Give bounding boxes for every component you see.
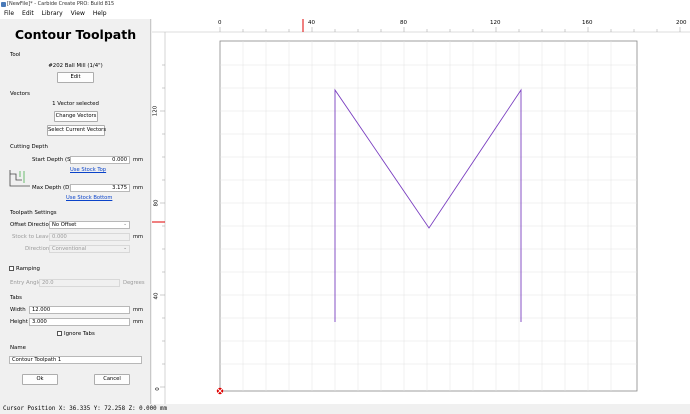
use-stock-bottom-link[interactable]: Use Stock Bottom [66, 195, 112, 201]
ruler-x-label: 80 [400, 20, 407, 26]
tool-name: #202 Ball Mill (1/4") [48, 63, 103, 69]
ruler-x-label: 120 [490, 20, 501, 26]
edit-tool-button[interactable]: Edit [57, 72, 94, 83]
vectors-selected-text: 1 Vector selected [52, 101, 99, 107]
depth-diagram-icon [9, 170, 30, 187]
tab-width-label: Width [10, 307, 26, 313]
ruler-x-label: 40 [308, 20, 315, 26]
panel-title: Contour Toolpath [14, 27, 137, 42]
tool-heading: Tool [10, 52, 21, 58]
ruler-x-label: 200 [676, 20, 687, 26]
entry-angle-unit: Degrees [123, 280, 145, 286]
origin-marker-icon [215, 386, 225, 396]
cursor-position-text: Cursor Position X: 36.335 Y: 72.258 Z: 0… [3, 406, 168, 412]
ruler-x-label: 160 [582, 20, 593, 26]
menu-help[interactable]: Help [89, 9, 111, 19]
direction-value: Conventional [52, 246, 87, 252]
window-title: [NewFile]* - Carbide Create PRO: Build 8… [7, 1, 115, 7]
ruler-x-label: 0 [218, 20, 222, 26]
start-depth-unit: mm [133, 157, 144, 163]
stock-to-leave-unit: mm [133, 234, 144, 240]
offset-direction-select[interactable]: No Offset ⌄ [49, 221, 130, 229]
ruler-y-label: 120 [152, 105, 159, 117]
menu-file[interactable]: File [0, 9, 18, 19]
chevron-down-icon: ⌄ [123, 246, 127, 251]
stock-area [219, 40, 638, 392]
tab-height-label: Height [10, 319, 28, 325]
status-bar: Cursor Position X: 36.335 Y: 72.258 Z: 0… [0, 404, 690, 414]
ruler-y-label: 80 [153, 199, 160, 207]
tabs-heading: Tabs [10, 295, 22, 301]
chevron-down-icon: ⌄ [123, 222, 127, 227]
start-depth-label: Start Depth (S) [32, 157, 73, 163]
direction-select[interactable]: Conventional ⌄ [49, 245, 130, 253]
toolpath-settings-heading: Toolpath Settings [10, 210, 57, 216]
tab-width-input[interactable]: 12.000 [29, 306, 130, 314]
canvas-svg [152, 19, 690, 404]
tab-width-unit: mm [133, 307, 144, 313]
menu-library[interactable]: Library [38, 9, 67, 19]
ok-button[interactable]: Ok [22, 374, 58, 385]
max-depth-input[interactable]: 3.175 [70, 184, 130, 192]
change-vectors-button[interactable]: Change Vectors [54, 111, 98, 122]
max-depth-label: Max Depth (D) [32, 185, 72, 191]
cancel-button[interactable]: Cancel [94, 374, 130, 385]
entry-angle-label: Entry Angle [10, 280, 42, 286]
name-heading: Name [10, 345, 26, 351]
entry-angle-input[interactable]: 20.0 [39, 279, 120, 287]
title-bar: [NewFile]* - Carbide Create PRO: Build 8… [0, 0, 690, 9]
menu-edit[interactable]: Edit [18, 9, 38, 19]
max-depth-unit: mm [133, 185, 144, 191]
ruler-y-label: 40 [153, 292, 160, 300]
tab-height-input[interactable]: 3.000 [29, 318, 130, 326]
ignore-tabs-checkbox[interactable] [57, 331, 62, 336]
select-current-vectors-button[interactable]: Select Current Vectors [47, 125, 106, 136]
ruler-y-label: 0 [154, 387, 161, 391]
app-icon [1, 2, 6, 7]
tab-height-unit: mm [133, 319, 144, 325]
ramping-label: Ramping [16, 266, 40, 272]
stock-to-leave-input[interactable]: 0.000 [49, 233, 130, 241]
menu-view[interactable]: View [67, 9, 89, 19]
menu-bar: File Edit Library View Help [0, 9, 690, 19]
design-canvas[interactable]: 0 40 80 120 160 200 120 80 40 0 [152, 19, 690, 404]
ramping-checkbox[interactable] [9, 266, 14, 271]
offset-direction-label: Offset Direction [10, 222, 53, 228]
offset-direction-value: No Offset [52, 222, 77, 228]
use-stock-top-link[interactable]: Use Stock Top [70, 167, 106, 173]
direction-label: Direction [25, 246, 50, 252]
stock-to-leave-label: Stock to Leave [12, 234, 52, 240]
cutting-depth-heading: Cutting Depth [10, 144, 48, 150]
toolpath-panel: Contour Toolpath Tool #202 Ball Mill (1/… [0, 19, 151, 404]
vectors-heading: Vectors [10, 91, 30, 97]
ignore-tabs-label: Ignore Tabs [64, 331, 95, 337]
start-depth-input[interactable]: 0.000 [70, 156, 130, 164]
toolpath-name-input[interactable]: Contour Toolpath 1 [9, 356, 142, 364]
